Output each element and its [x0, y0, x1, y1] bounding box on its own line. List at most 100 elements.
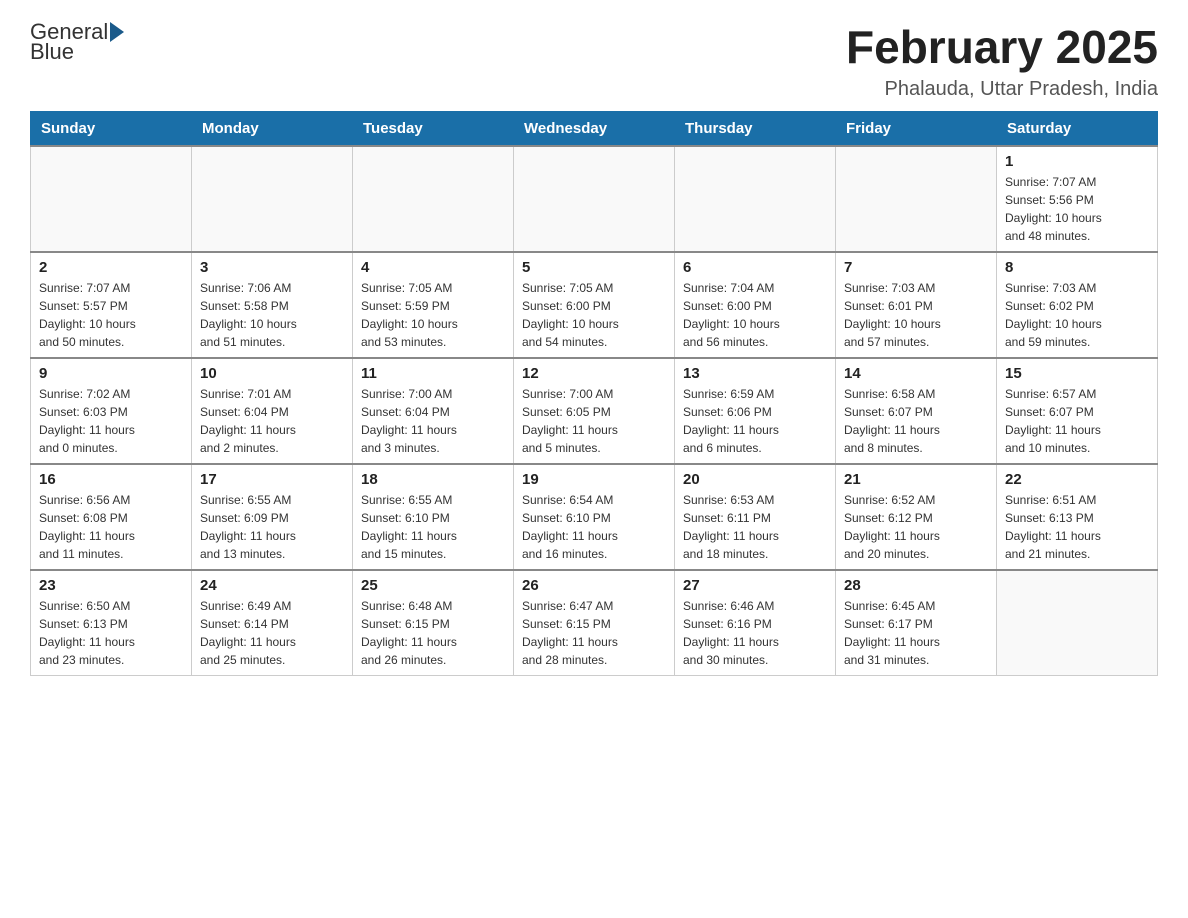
- day-number: 14: [844, 365, 988, 382]
- calendar-day-cell: 24 Sunrise: 6:49 AM Sunset: 6:14 PM Dayli…: [192, 570, 353, 676]
- logo-arrow-icon: [110, 22, 124, 42]
- location: Phalauda, Uttar Pradesh, India: [846, 78, 1158, 101]
- day-info: Sunrise: 7:04 AM Sunset: 6:00 PM Dayligh…: [683, 279, 827, 351]
- day-number: 23: [39, 577, 183, 594]
- day-info: Sunrise: 7:05 AM Sunset: 6:00 PM Dayligh…: [522, 279, 666, 351]
- day-number: 16: [39, 471, 183, 488]
- calendar-day-cell: 3 Sunrise: 7:06 AM Sunset: 5:58 PM Daylig…: [192, 252, 353, 358]
- day-number: 18: [361, 471, 505, 488]
- day-info: Sunrise: 6:58 AM Sunset: 6:07 PM Dayligh…: [844, 385, 988, 457]
- calendar-body: 1Sunrise: 7:07 AM Sunset: 5:56 PM Daylig…: [31, 146, 1158, 676]
- day-of-week-header: Thursday: [675, 112, 836, 147]
- calendar-day-cell: 8 Sunrise: 7:03 AM Sunset: 6:02 PM Daylig…: [997, 252, 1158, 358]
- day-number: 11: [361, 365, 505, 382]
- calendar-day-cell: 14 Sunrise: 6:58 AM Sunset: 6:07 PM Dayli…: [836, 358, 997, 464]
- day-number: 9: [39, 365, 183, 382]
- day-number: 5: [522, 259, 666, 276]
- calendar-day-cell: 16 Sunrise: 6:56 AM Sunset: 6:08 PM Dayli…: [31, 464, 192, 570]
- day-number: 25: [361, 577, 505, 594]
- calendar-week-row: 1Sunrise: 7:07 AM Sunset: 5:56 PM Daylig…: [31, 146, 1158, 252]
- day-number: 28: [844, 577, 988, 594]
- day-of-week-header: Sunday: [31, 112, 192, 147]
- day-number: 24: [200, 577, 344, 594]
- logo: General Blue: [30, 20, 124, 64]
- day-info: Sunrise: 7:00 AM Sunset: 6:04 PM Dayligh…: [361, 385, 505, 457]
- day-number: 1: [1005, 153, 1149, 170]
- calendar-week-row: 23 Sunrise: 6:50 AM Sunset: 6:13 PM Dayli…: [31, 570, 1158, 676]
- day-of-week-header: Wednesday: [514, 112, 675, 147]
- calendar-day-cell: 4 Sunrise: 7:05 AM Sunset: 5:59 PM Daylig…: [353, 252, 514, 358]
- day-info: Sunrise: 7:05 AM Sunset: 5:59 PM Dayligh…: [361, 279, 505, 351]
- calendar-day-cell: 2 Sunrise: 7:07 AM Sunset: 5:57 PM Daylig…: [31, 252, 192, 358]
- day-number: 8: [1005, 259, 1149, 276]
- calendar-day-cell: [836, 146, 997, 252]
- logo-blue: Blue: [30, 39, 74, 64]
- calendar-table: SundayMondayTuesdayWednesdayThursdayFrid…: [30, 111, 1158, 676]
- day-number: 13: [683, 365, 827, 382]
- calendar-day-cell: 13 Sunrise: 6:59 AM Sunset: 6:06 PM Dayli…: [675, 358, 836, 464]
- day-info: Sunrise: 7:07 AM Sunset: 5:57 PM Dayligh…: [39, 279, 183, 351]
- day-info: Sunrise: 6:57 AM Sunset: 6:07 PM Dayligh…: [1005, 385, 1149, 457]
- day-info: Sunrise: 6:56 AM Sunset: 6:08 PM Dayligh…: [39, 491, 183, 563]
- calendar-day-cell: 17Sunrise: 6:55 AM Sunset: 6:09 PM Dayli…: [192, 464, 353, 570]
- calendar-day-cell: 10 Sunrise: 7:01 AM Sunset: 6:04 PM Dayli…: [192, 358, 353, 464]
- calendar-day-cell: [514, 146, 675, 252]
- day-info: Sunrise: 6:49 AM Sunset: 6:14 PM Dayligh…: [200, 597, 344, 669]
- day-info: Sunrise: 6:51 AM Sunset: 6:13 PM Dayligh…: [1005, 491, 1149, 563]
- day-number: 4: [361, 259, 505, 276]
- day-number: 7: [844, 259, 988, 276]
- day-info: Sunrise: 6:59 AM Sunset: 6:06 PM Dayligh…: [683, 385, 827, 457]
- day-info: Sunrise: 6:48 AM Sunset: 6:15 PM Dayligh…: [361, 597, 505, 669]
- day-info: Sunrise: 7:01 AM Sunset: 6:04 PM Dayligh…: [200, 385, 344, 457]
- day-number: 22: [1005, 471, 1149, 488]
- day-info: Sunrise: 6:47 AM Sunset: 6:15 PM Dayligh…: [522, 597, 666, 669]
- calendar-day-cell: 19 Sunrise: 6:54 AM Sunset: 6:10 PM Dayli…: [514, 464, 675, 570]
- calendar-day-cell: 7 Sunrise: 7:03 AM Sunset: 6:01 PM Daylig…: [836, 252, 997, 358]
- page-header: General Blue February 2025 Phalauda, Utt…: [30, 20, 1158, 101]
- month-title: February 2025: [846, 20, 1158, 74]
- calendar-day-cell: 6 Sunrise: 7:04 AM Sunset: 6:00 PM Daylig…: [675, 252, 836, 358]
- day-number: 2: [39, 259, 183, 276]
- days-of-week-row: SundayMondayTuesdayWednesdayThursdayFrid…: [31, 112, 1158, 147]
- day-of-week-header: Monday: [192, 112, 353, 147]
- day-number: 12: [522, 365, 666, 382]
- day-info: Sunrise: 7:06 AM Sunset: 5:58 PM Dayligh…: [200, 279, 344, 351]
- title-block: February 2025 Phalauda, Uttar Pradesh, I…: [846, 20, 1158, 101]
- calendar-day-cell: [997, 570, 1158, 676]
- day-number: 10: [200, 365, 344, 382]
- calendar-day-cell: 11 Sunrise: 7:00 AM Sunset: 6:04 PM Dayli…: [353, 358, 514, 464]
- day-number: 6: [683, 259, 827, 276]
- day-info: Sunrise: 6:53 AM Sunset: 6:11 PM Dayligh…: [683, 491, 827, 563]
- day-info: Sunrise: 6:50 AM Sunset: 6:13 PM Dayligh…: [39, 597, 183, 669]
- calendar-day-cell: 18 Sunrise: 6:55 AM Sunset: 6:10 PM Dayli…: [353, 464, 514, 570]
- day-of-week-header: Saturday: [997, 112, 1158, 147]
- calendar-day-cell: 20 Sunrise: 6:53 AM Sunset: 6:11 PM Dayli…: [675, 464, 836, 570]
- day-info: Sunrise: 6:55 AM Sunset: 6:10 PM Dayligh…: [361, 491, 505, 563]
- calendar-day-cell: 23 Sunrise: 6:50 AM Sunset: 6:13 PM Dayli…: [31, 570, 192, 676]
- calendar-day-cell: [353, 146, 514, 252]
- calendar-day-cell: 21Sunrise: 6:52 AM Sunset: 6:12 PM Dayli…: [836, 464, 997, 570]
- calendar-day-cell: 5 Sunrise: 7:05 AM Sunset: 6:00 PM Daylig…: [514, 252, 675, 358]
- day-number: 19: [522, 471, 666, 488]
- calendar-day-cell: 12 Sunrise: 7:00 AM Sunset: 6:05 PM Dayli…: [514, 358, 675, 464]
- day-info: Sunrise: 6:46 AM Sunset: 6:16 PM Dayligh…: [683, 597, 827, 669]
- calendar-day-cell: 22 Sunrise: 6:51 AM Sunset: 6:13 PM Dayli…: [997, 464, 1158, 570]
- calendar-day-cell: [192, 146, 353, 252]
- calendar-header: SundayMondayTuesdayWednesdayThursdayFrid…: [31, 112, 1158, 147]
- calendar-day-cell: 26 Sunrise: 6:47 AM Sunset: 6:15 PM Dayli…: [514, 570, 675, 676]
- day-of-week-header: Tuesday: [353, 112, 514, 147]
- day-info: Sunrise: 6:54 AM Sunset: 6:10 PM Dayligh…: [522, 491, 666, 563]
- calendar-day-cell: 25 Sunrise: 6:48 AM Sunset: 6:15 PM Dayli…: [353, 570, 514, 676]
- day-number: 20: [683, 471, 827, 488]
- day-number: 27: [683, 577, 827, 594]
- calendar-day-cell: 15Sunrise: 6:57 AM Sunset: 6:07 PM Dayli…: [997, 358, 1158, 464]
- day-info: Sunrise: 7:03 AM Sunset: 6:01 PM Dayligh…: [844, 279, 988, 351]
- calendar-day-cell: 9Sunrise: 7:02 AM Sunset: 6:03 PM Daylig…: [31, 358, 192, 464]
- day-info: Sunrise: 7:03 AM Sunset: 6:02 PM Dayligh…: [1005, 279, 1149, 351]
- day-number: 26: [522, 577, 666, 594]
- day-number: 3: [200, 259, 344, 276]
- day-number: 17: [200, 471, 344, 488]
- day-info: Sunrise: 6:45 AM Sunset: 6:17 PM Dayligh…: [844, 597, 988, 669]
- calendar-week-row: 16 Sunrise: 6:56 AM Sunset: 6:08 PM Dayli…: [31, 464, 1158, 570]
- day-info: Sunrise: 7:00 AM Sunset: 6:05 PM Dayligh…: [522, 385, 666, 457]
